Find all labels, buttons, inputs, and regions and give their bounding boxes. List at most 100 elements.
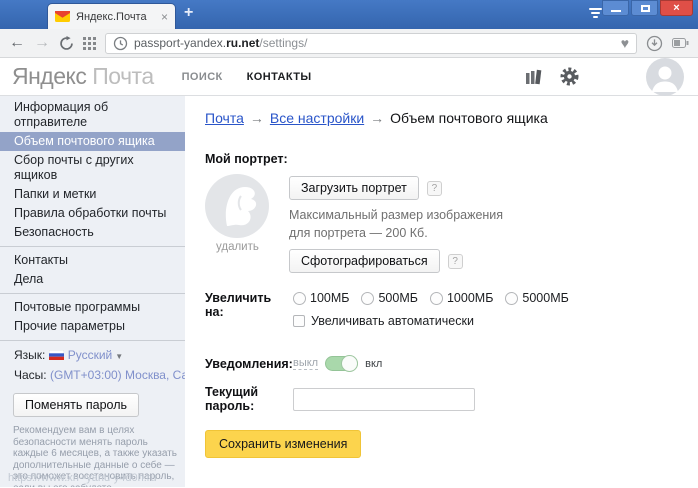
apps-grid-icon[interactable] [83, 37, 96, 50]
settings-content: Почта → Все настройки → Объем почтового ящик… [185, 96, 698, 487]
minimize-icon [611, 10, 621, 12]
sidebar-item-folders-labels[interactable]: Папки и метки [0, 185, 185, 204]
radio-button[interactable] [430, 292, 443, 305]
settings-gear-icon[interactable] [560, 67, 579, 86]
tab-title: Яндекс.Почта [76, 11, 155, 23]
radio-button[interactable] [505, 292, 518, 305]
sidebar-item-mail-rules[interactable]: Правила обработки почты [0, 204, 185, 223]
russian-flag-icon [49, 350, 64, 360]
browser-titlebar: Яндекс.Почта × + × [0, 0, 698, 29]
language-link[interactable]: Русский [68, 348, 113, 362]
sidebar-item-mail-collection[interactable]: Сбор почты с других ящиков [0, 151, 185, 185]
breadcrumb-arrow: → [370, 110, 384, 126]
breadcrumb-mail-link[interactable]: Почта [205, 110, 244, 126]
sidebar-item-mail-programs[interactable]: Почтовые программы [0, 298, 185, 317]
extension-battery-icon[interactable] [672, 38, 689, 49]
maximize-button[interactable] [631, 0, 658, 16]
close-button[interactable]: × [660, 0, 693, 16]
breadcrumb-arrow: → [250, 110, 264, 126]
back-icon[interactable]: ← [9, 35, 25, 51]
bookmark-heart-icon[interactable]: ♥ [621, 36, 629, 50]
password-label: Текущий пароль: [205, 385, 293, 413]
notifications-toggle-group: выкл вкл [293, 356, 382, 371]
upload-portrait-button[interactable]: Загрузить портрет [289, 176, 419, 200]
radio-option-1000mb[interactable]: 1000МБ [430, 291, 493, 305]
save-changes-button[interactable]: Сохранить изменения [205, 430, 361, 458]
language-row: Язык: Русский▼ [0, 345, 185, 365]
language-label: Язык: [14, 348, 45, 362]
yandex-mail-logo[interactable]: Яндекс Почта [12, 63, 154, 90]
radio-option-500mb[interactable]: 500МБ [361, 291, 417, 305]
radio-option-5000mb[interactable]: 5000МБ [505, 291, 568, 305]
browser-tab[interactable]: Яндекс.Почта × [47, 3, 176, 29]
notifications-row: Уведомления: выкл вкл [205, 356, 688, 371]
yandex-mail-favicon [55, 11, 70, 22]
sidebar-divider [0, 293, 185, 294]
take-photo-button[interactable]: Сфотографироваться [289, 249, 440, 273]
tab-close-icon[interactable]: × [161, 11, 168, 23]
collections-icon[interactable] [525, 69, 543, 85]
notifications-toggle[interactable] [325, 356, 358, 371]
sidebar-item-mailbox-size[interactable]: Объем почтового ящика [0, 132, 185, 151]
auto-increase-option[interactable]: Увеличивать автоматически [293, 314, 569, 328]
download-icon[interactable] [646, 35, 663, 52]
portrait-section: удалить Загрузить портрет ? Максимальный… [205, 174, 688, 273]
delete-portrait-link[interactable]: удалить [216, 241, 289, 253]
sidebar-group-settings: Информация об отправителе Объем почтовог… [0, 98, 185, 242]
sidebar-item-contacts[interactable]: Контакты [0, 251, 185, 270]
status-bar-url: https://www.xn--yand-y4d0h.ru [8, 472, 157, 484]
sidebar-divider [0, 246, 185, 247]
sidebar-group-other: Почтовые программы Прочие параметры [0, 298, 185, 336]
portrait-avatar-block: удалить [205, 174, 289, 273]
nav-search[interactable]: ПОИСК [182, 71, 223, 83]
sidebar-item-tasks[interactable]: Дела [0, 270, 185, 289]
browser-menu-icon[interactable] [588, 8, 602, 18]
sidebar-item-sender-info[interactable]: Информация об отправителе [0, 98, 185, 132]
radio-option-100mb[interactable]: 100МБ [293, 291, 349, 305]
page-title: Объем почтового ящика [390, 110, 548, 126]
auto-increase-checkbox[interactable] [293, 315, 305, 327]
top-nav: ПОИСК КОНТАКТЫ [182, 71, 312, 83]
notifications-label: Уведомления: [205, 357, 293, 371]
clock-row: Часы: (GMT+03:00) Москва, Санкт...▼ [0, 365, 185, 385]
maximize-icon [641, 5, 650, 12]
portrait-controls: Загрузить портрет ? Максимальный размер … [289, 174, 503, 273]
toggle-off-link[interactable]: выкл [293, 357, 318, 370]
current-password-input[interactable] [293, 388, 475, 411]
sidebar-item-other-params[interactable]: Прочие параметры [0, 317, 185, 336]
timezone-link[interactable]: (GMT+03:00) Москва, Санкт... [50, 368, 185, 382]
settings-sidebar: Информация об отправителе Объем почтовог… [0, 96, 185, 487]
forward-icon[interactable]: → [34, 35, 50, 51]
auto-increase-label: Увеличивать автоматически [311, 314, 474, 328]
chevron-down-icon: ▼ [115, 352, 123, 361]
sidebar-item-security[interactable]: Безопасность [0, 223, 185, 242]
portrait-label: Мой портрет: [205, 152, 688, 166]
password-row: Текущий пароль: [205, 385, 688, 413]
nav-contacts[interactable]: КОНТАКТЫ [247, 71, 312, 83]
site-header: Яндекс Почта ПОИСК КОНТАКТЫ [0, 58, 698, 96]
minimize-button[interactable] [602, 0, 629, 16]
address-bar[interactable]: passport-yandex.ru.net/settings/ ♥ [105, 33, 637, 54]
sidebar-divider [0, 340, 185, 341]
breadcrumb-all-settings-link[interactable]: Все настройки [270, 110, 364, 126]
help-icon[interactable]: ? [427, 181, 442, 196]
breadcrumb: Почта → Все настройки → Объем почтового ящик… [205, 110, 688, 126]
help-icon[interactable]: ? [448, 254, 463, 269]
increase-label: Увеличить на: [205, 291, 293, 319]
toggle-knob[interactable] [341, 355, 358, 372]
clock-icon [113, 36, 128, 51]
radio-button[interactable] [361, 292, 374, 305]
header-icons [525, 58, 686, 96]
toggle-on-label: вкл [365, 358, 382, 370]
new-tab-button[interactable]: + [184, 4, 193, 22]
increase-options: 100МБ 500МБ 1000МБ 5000МБ Увеличивать ав… [293, 291, 569, 328]
change-password-button[interactable]: Поменять пароль [13, 393, 139, 417]
portrait-avatar [205, 174, 269, 238]
browser-toolbar: ← → passport-yandex.ru.net/settings/ ♥ [0, 29, 698, 58]
url-text: passport-yandex.ru.net/settings/ [134, 36, 307, 50]
clock-label: Часы: [14, 368, 47, 382]
radio-button[interactable] [293, 292, 306, 305]
user-avatar[interactable] [646, 58, 684, 96]
increase-size-row: Увеличить на: 100МБ 500МБ 1000МБ 5000МБ … [205, 291, 688, 328]
refresh-icon[interactable] [59, 36, 74, 51]
